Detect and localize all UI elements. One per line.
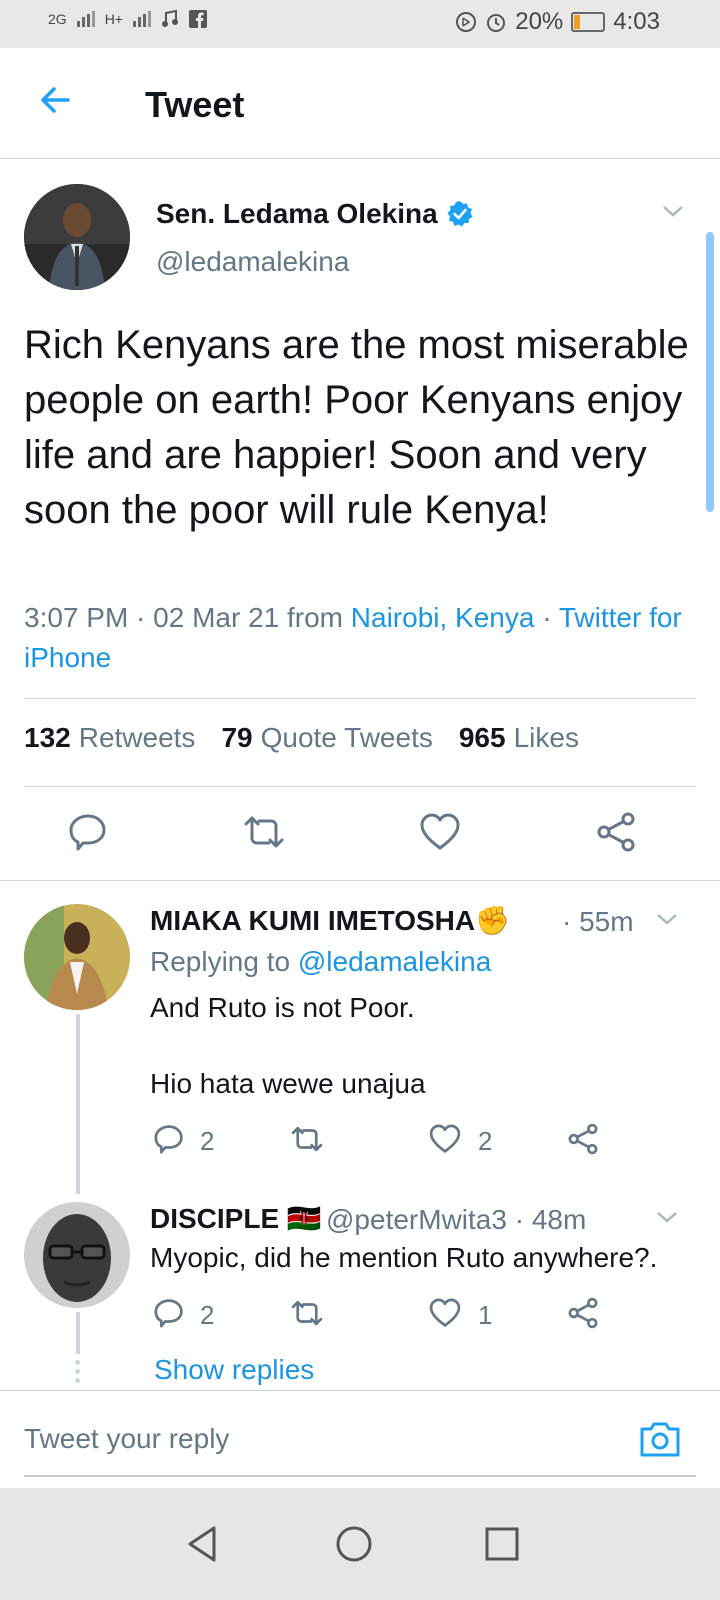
thread-line — [76, 1014, 80, 1194]
share-icon[interactable] — [566, 1122, 600, 1156]
like-count: 2 — [478, 1126, 493, 1156]
like-heart-icon[interactable] — [418, 810, 462, 854]
nav-back-icon[interactable] — [180, 1522, 224, 1566]
reply-input[interactable]: Tweet your reply — [24, 1423, 229, 1455]
avatar-image — [24, 904, 130, 1010]
retweet-icon[interactable] — [242, 810, 286, 854]
battery-icon — [571, 12, 606, 32]
signal-icon — [76, 11, 95, 27]
scrollbar[interactable] — [706, 232, 714, 512]
author-avatar[interactable] — [24, 184, 130, 290]
system-nav-bar — [0, 1488, 720, 1600]
reply-count: 2 — [200, 1300, 215, 1330]
nav-home-icon[interactable] — [332, 1522, 376, 1566]
status-bar: 2G H+ 20% 4:03 — [0, 0, 720, 48]
author-name-row[interactable]: Sen. Ledama Olekina — [156, 198, 474, 230]
likes-label: Likes — [513, 722, 579, 753]
thread-line — [76, 1312, 80, 1354]
like-heart-icon[interactable] — [428, 1122, 462, 1156]
input-underline — [24, 1475, 696, 1477]
data-saver-icon — [456, 12, 477, 32]
divider — [24, 698, 696, 699]
verified-badge-icon — [447, 201, 473, 227]
like-heart-icon[interactable] — [428, 1296, 462, 1330]
chevron-down-icon[interactable] — [656, 912, 678, 926]
music-note-icon — [161, 10, 178, 27]
tweet-meta: 3:07 PM · 02 Mar 21 from Nairobi, Kenya … — [24, 598, 694, 678]
chevron-down-icon[interactable] — [656, 1210, 678, 1224]
section-divider — [0, 880, 720, 881]
like-count: 1 — [478, 1300, 493, 1330]
tweet-actions — [0, 810, 720, 890]
show-replies-link[interactable]: Show replies — [154, 1354, 314, 1386]
retweets-label: Retweets — [78, 722, 196, 753]
facebook-icon — [188, 10, 207, 28]
alarm-icon — [487, 14, 506, 32]
quote-tweets-stat[interactable]: 79 Quote Tweets — [221, 722, 432, 754]
replying-label: Replying to — [150, 946, 298, 977]
avatar-image — [24, 184, 130, 290]
reply-avatar[interactable] — [24, 1202, 130, 1308]
avatar-image — [24, 1202, 130, 1308]
share-icon[interactable] — [566, 1296, 600, 1330]
tweet-text: Rich Kenyans are the most miserable peop… — [24, 323, 689, 532]
retweet-icon[interactable] — [290, 1296, 324, 1330]
meta-separator: · — [534, 602, 559, 633]
clock: 4:03 — [613, 8, 660, 35]
reply-composer[interactable]: Tweet your reply — [0, 1390, 720, 1487]
retweet-icon[interactable] — [290, 1122, 324, 1156]
replying-to: Replying to @ledamalekina — [150, 946, 491, 978]
chevron-down-icon[interactable] — [662, 204, 684, 218]
reply-time: · 55m — [562, 906, 634, 937]
quote-label: Quote Tweets — [260, 722, 433, 753]
battery-percent: 20% — [515, 8, 564, 35]
author-handle[interactable]: @ledamalekina — [156, 246, 349, 278]
reply-author-name[interactable]: DISCIPLE 🇰🇪 — [150, 1202, 322, 1235]
camera-icon[interactable] — [638, 1419, 682, 1459]
thread-dots — [75, 1360, 81, 1387]
reply-icon[interactable] — [152, 1122, 186, 1156]
app-bar: Tweet — [0, 48, 720, 159]
page-title: Tweet — [145, 84, 245, 125]
network-indicator-1: 2G — [48, 11, 67, 27]
reply-icon[interactable] — [66, 810, 110, 854]
back-arrow-icon[interactable] — [36, 80, 76, 120]
reply-handle-time: @peterMwita3 · 48m — [326, 1204, 587, 1235]
author-name: Sen. Ledama Olekina — [156, 198, 438, 229]
divider — [24, 786, 696, 787]
reply-count: 2 — [200, 1126, 215, 1156]
reply-text-line-1: And Ruto is not Poor. — [150, 992, 415, 1023]
nav-recents-icon[interactable] — [480, 1522, 524, 1566]
signal-icon-2 — [132, 11, 151, 27]
network-indicator-2: H+ — [104, 11, 123, 27]
retweets-count: 132 — [24, 722, 71, 753]
reply-icon[interactable] — [152, 1296, 186, 1330]
likes-stat[interactable]: 965 Likes — [459, 722, 579, 754]
reply-avatar[interactable] — [24, 904, 130, 1010]
replying-handle-link[interactable]: @ledamalekina — [298, 946, 491, 977]
likes-count: 965 — [458, 722, 506, 753]
location-link[interactable]: Nairobi, Kenya — [351, 602, 535, 633]
tweet-timestamp: 3:07 PM · 02 Mar 21 from — [24, 602, 351, 633]
reply-text-line-2: Hio hata wewe unajua — [150, 1068, 426, 1099]
share-icon[interactable] — [594, 810, 638, 854]
reply-author-name[interactable]: MIAKA KUMI IMETOSHA✊ — [150, 904, 510, 937]
quote-count: 79 — [221, 722, 253, 753]
tweet-stats: 132 Retweets 79 Quote Tweets 965 Likes — [24, 722, 579, 754]
status-left: 2G H+ — [48, 10, 207, 28]
reply-text: Myopic, did he mention Ruto anywhere?. — [150, 1242, 658, 1273]
status-right: 20% 4:03 — [455, 8, 660, 36]
retweets-stat[interactable]: 132 Retweets — [24, 722, 195, 754]
